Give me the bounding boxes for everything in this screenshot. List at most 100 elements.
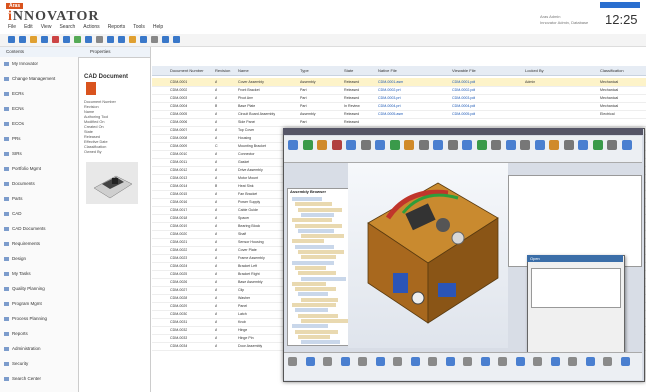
bottom-tool-button[interactable] [305,357,315,366]
tree-node[interactable] [298,228,334,233]
menu-item[interactable]: Reports [108,24,126,30]
bottom-tool-button[interactable] [375,357,385,366]
bottom-tool-button[interactable] [533,357,542,366]
bottom-tool-button[interactable] [340,357,350,366]
bottom-tool-button[interactable] [515,357,525,366]
properties-dialog[interactable] [508,175,642,267]
tree-node[interactable] [295,308,328,313]
bottom-tool-button[interactable] [568,357,577,366]
tree-node[interactable] [292,218,332,223]
menu-item[interactable]: Actions [83,24,99,30]
table-cell[interactable]: CDM-0001.asm [378,80,403,84]
table-cell[interactable]: CDM-0001.pdf [452,80,475,84]
tree-node[interactable] [298,334,330,339]
column-header[interactable]: Document Number [170,68,204,73]
toolbar-button[interactable] [63,36,70,43]
menu-item[interactable]: Help [153,24,163,30]
toolbar-button[interactable] [96,36,103,43]
nav-item[interactable]: Portfolio Mgmt [4,166,41,171]
menu-item[interactable]: View [41,24,52,30]
nav-item[interactable]: CAD Documents [4,226,46,231]
nav-item[interactable]: Program Mgmt [4,301,42,306]
table-cell[interactable]: CDM-0005.asm [378,112,403,116]
tree-node[interactable] [292,303,336,307]
nav-item[interactable]: My Innovator [4,61,38,66]
menu-item[interactable]: Search [59,24,75,30]
bottom-tool-button[interactable] [550,357,560,366]
nav-item[interactable]: Requirements [4,241,40,246]
nav-item[interactable]: Design [4,256,26,261]
toolbar-button[interactable] [85,36,92,43]
cad-titlebar[interactable] [283,128,643,135]
toolbar-button[interactable] [140,36,147,43]
toolbar-button[interactable] [74,36,81,43]
menu-item[interactable]: File [8,24,16,30]
tree-node[interactable] [298,271,336,276]
tree-node[interactable] [298,292,328,297]
ribbon-button[interactable] [288,140,298,150]
tree-node[interactable] [292,260,334,265]
nav-item[interactable]: ECOs [4,121,24,126]
ribbon-button[interactable] [462,140,472,150]
tree-node[interactable] [295,202,332,207]
tree-node[interactable] [292,324,328,329]
tree-node[interactable] [301,318,348,323]
bottom-tool-button[interactable] [445,357,455,366]
tree-node[interactable] [295,265,326,270]
open-dialog-list[interactable] [531,268,621,308]
toolbar-button[interactable] [41,36,48,43]
cad-viewport[interactable] [348,163,508,348]
column-header[interactable]: Type [300,68,309,73]
ribbon-button[interactable] [607,140,617,150]
window-controls[interactable] [600,2,640,8]
toolbar-button[interactable] [162,36,169,43]
bottom-tool-button[interactable] [480,357,490,366]
ribbon-button[interactable] [302,140,313,150]
tree-node[interactable] [292,197,322,201]
ribbon-button[interactable] [621,140,632,150]
toolbar-button[interactable] [19,36,26,43]
nav-item[interactable]: Security [4,361,28,366]
table-cell[interactable]: CDM-0004.prt [378,104,401,108]
table-cell[interactable]: CDM-0005.pdf [452,112,475,116]
tree-node[interactable] [298,313,338,318]
ribbon-button[interactable] [578,140,588,150]
table-cell[interactable]: CDM-0004.pdf [452,104,475,108]
nav-item[interactable]: ECRs [4,91,24,96]
table-cell[interactable]: CDM-0002.prt [378,88,401,92]
ribbon-button[interactable] [447,140,458,150]
ribbon-button[interactable] [418,140,429,150]
toolbar-button[interactable] [107,36,114,43]
tree-node[interactable] [301,212,334,217]
ribbon-button[interactable] [317,140,327,150]
bottom-tool-button[interactable] [620,357,630,366]
nav-item[interactable]: Quality Planning [4,286,45,291]
nav-item[interactable]: Search Center [4,376,41,381]
tree-node[interactable] [292,239,324,244]
tree-node[interactable] [295,287,336,292]
ribbon-button[interactable] [534,140,545,150]
table-cell[interactable]: CDM-0003.pdf [452,96,475,100]
tree-node[interactable] [295,223,342,228]
bottom-tool-button[interactable] [288,357,297,366]
toolbar-button[interactable] [118,36,125,43]
tree-node[interactable] [298,250,344,254]
nav-item[interactable]: Change Management [4,76,55,81]
nav-item[interactable]: My Tasks [4,271,31,276]
ribbon-button[interactable] [360,140,371,150]
ribbon-button[interactable] [491,140,501,150]
ribbon-button[interactable] [433,140,443,150]
ribbon-button[interactable] [563,140,574,150]
toolbar-button[interactable] [173,36,180,43]
tree-node[interactable] [301,297,338,302]
column-header[interactable]: Locked By [525,68,544,73]
column-header[interactable]: Viewable File [452,68,476,73]
nav-item[interactable]: Documents [4,181,35,186]
bottom-tool-button[interactable] [323,357,332,366]
toolbar-button[interactable] [151,36,158,43]
toolbar-button[interactable] [129,36,136,43]
nav-item[interactable]: Reports [4,331,28,336]
bottom-tool-button[interactable] [428,357,437,366]
tree-node[interactable] [298,207,342,212]
nav-item[interactable]: Administration [4,346,41,351]
